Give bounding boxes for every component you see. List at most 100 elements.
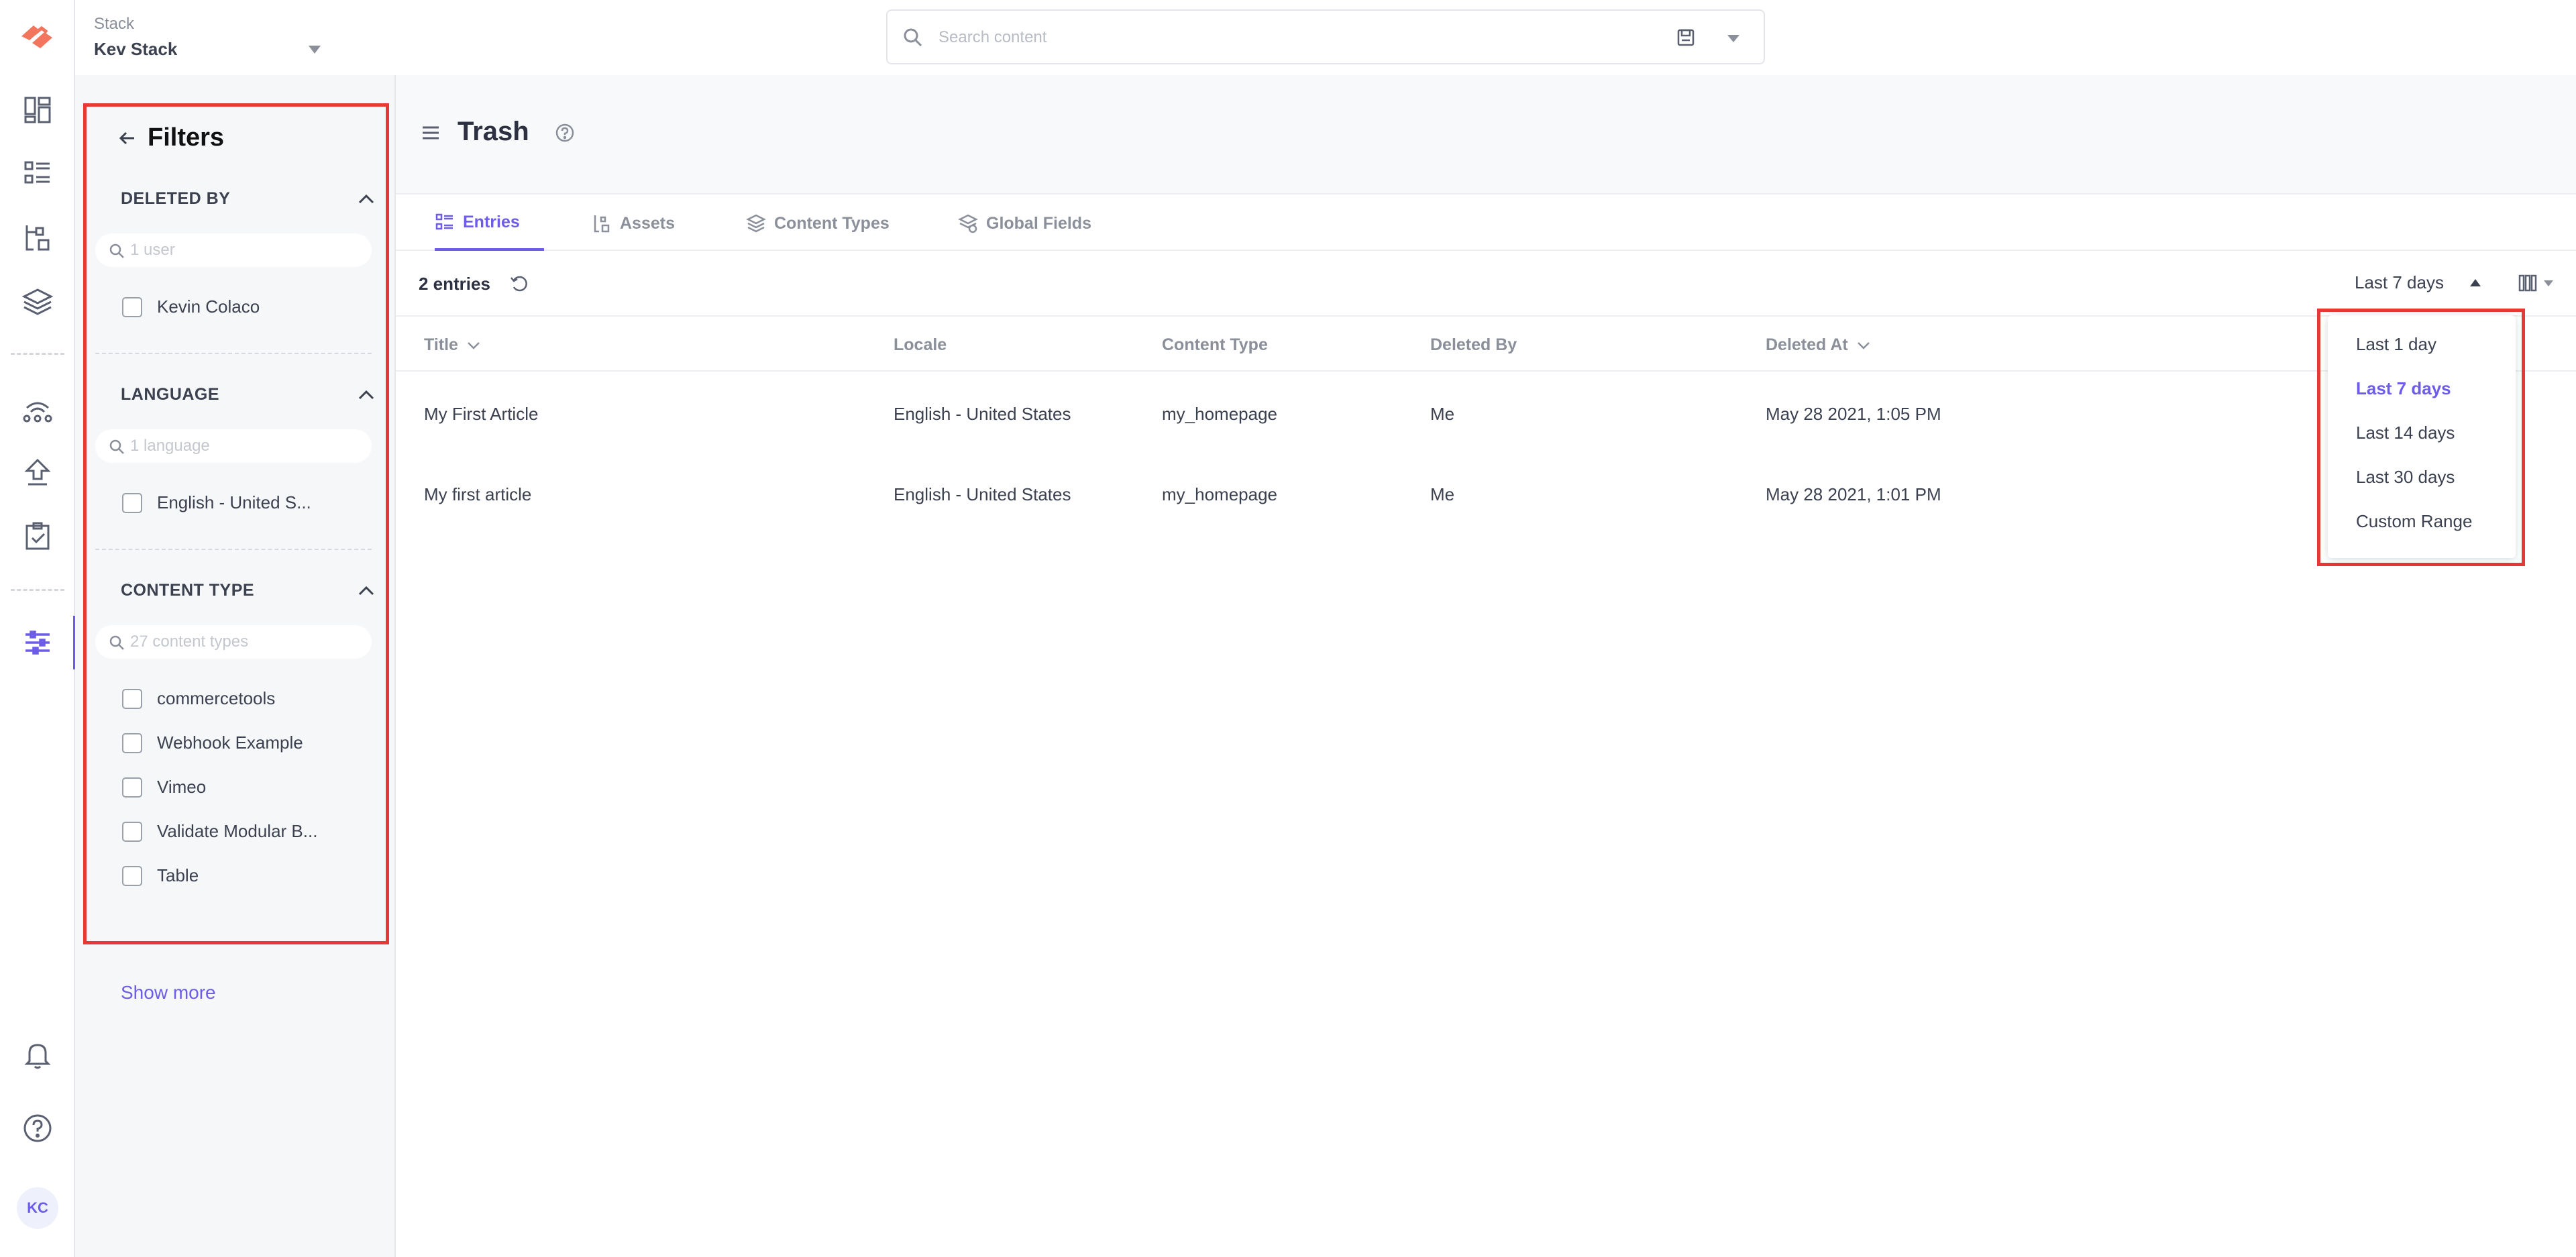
help-icon[interactable] — [554, 122, 576, 144]
content-type-option[interactable]: Validate Modular B... — [122, 821, 317, 842]
checkbox[interactable] — [122, 777, 142, 798]
search-icon — [109, 243, 124, 258]
checkbox[interactable] — [122, 296, 142, 317]
page-title: Trash — [458, 117, 529, 146]
content-types-icon — [746, 214, 766, 233]
page-header: Trash — [396, 75, 2576, 195]
cell-deleted-by: Me — [1430, 404, 1455, 424]
column-header-deleted-at[interactable]: Deleted At — [1766, 335, 1872, 355]
menu-icon[interactable] — [420, 122, 441, 144]
header-label: Deleted By — [1430, 335, 1517, 354]
language-title: LANGUAGE — [121, 385, 220, 404]
checkbox[interactable] — [122, 821, 142, 842]
content-type-option[interactable]: Webhook Example — [122, 732, 303, 753]
column-header-content-type[interactable]: Content Type — [1162, 335, 1268, 355]
option-label: Vimeo — [157, 777, 207, 797]
list-toolbar: 2 entries Last 7 days — [396, 252, 2576, 317]
content-type-option[interactable]: Table — [122, 865, 199, 886]
show-more-link[interactable]: Show more — [121, 982, 216, 1003]
content-type-search[interactable] — [95, 625, 372, 659]
avatar[interactable]: KC — [17, 1187, 58, 1229]
date-range-button[interactable]: Last 7 days — [2355, 272, 2444, 293]
chevron-up-icon[interactable] — [356, 188, 377, 209]
header-label: Locale — [894, 335, 947, 354]
range-option-last-7-days[interactable]: Last 7 days — [2356, 378, 2451, 399]
columns-icon[interactable] — [2517, 272, 2538, 294]
checkbox[interactable] — [122, 688, 142, 709]
tab-entries[interactable]: Entries — [435, 196, 544, 251]
saved-search-icon[interactable] — [1675, 27, 1697, 48]
chevron-down-icon[interactable] — [2544, 280, 2553, 286]
chevron-down-icon[interactable] — [309, 46, 321, 54]
cell-title[interactable]: My first article — [424, 484, 531, 505]
chevron-down-icon[interactable] — [1855, 337, 1872, 354]
chevron-up-icon[interactable] — [2470, 279, 2481, 286]
cell-title[interactable]: My First Article — [424, 404, 538, 425]
checkbox[interactable] — [122, 732, 142, 753]
deleted-by-option[interactable]: Kevin Colaco — [122, 296, 260, 317]
help-icon[interactable] — [20, 1111, 55, 1146]
section-divider — [95, 353, 372, 354]
chevron-up-icon[interactable] — [356, 580, 377, 601]
column-header-deleted-by[interactable]: Deleted By — [1430, 335, 1517, 355]
content-type-option[interactable]: Vimeo — [122, 777, 206, 798]
option-label: Kevin Colaco — [157, 296, 260, 317]
tab-global-fields[interactable]: Global Fields — [958, 196, 1091, 251]
notifications-icon[interactable] — [20, 1037, 55, 1072]
publish-queue-icon[interactable] — [20, 455, 55, 490]
assets-icon[interactable] — [20, 220, 55, 255]
refresh-icon[interactable] — [508, 272, 530, 294]
cell-locale: English - United States — [894, 484, 1071, 504]
language-search[interactable] — [95, 429, 372, 463]
checkbox[interactable] — [122, 865, 142, 886]
search-bar[interactable] — [886, 9, 1765, 64]
content-type-option[interactable]: commercetools — [122, 688, 275, 709]
section-divider — [95, 549, 372, 550]
range-option-last-30-days[interactable]: Last 30 days — [2356, 467, 2455, 488]
back-arrow-icon[interactable] — [117, 127, 138, 149]
chevron-down-icon[interactable] — [465, 337, 482, 354]
tab-label: Entries — [463, 212, 520, 231]
cell-content-type: my_homepage — [1162, 484, 1277, 504]
language-option[interactable]: English - United S... — [122, 492, 311, 513]
content-types-icon[interactable] — [20, 284, 55, 319]
option-label: Webhook Example — [157, 732, 303, 753]
tab-bar: Entries Assets Content Types Global Fiel… — [396, 196, 2576, 251]
tab-label: Global Fields — [986, 213, 1091, 233]
language-search-input[interactable] — [130, 435, 358, 457]
column-header-title[interactable]: Title — [424, 335, 482, 355]
global-fields-icon — [958, 214, 978, 233]
range-option-last-1-day[interactable]: Last 1 day — [2356, 334, 2436, 355]
header-label: Title — [424, 335, 458, 354]
entries-icon[interactable] — [20, 156, 55, 190]
stack-selector[interactable]: Kev Stack — [94, 39, 177, 60]
search-input[interactable] — [938, 21, 1596, 54]
filter-panel: Filters DELETED BY Kevin Colaco LANGUAGE… — [75, 75, 396, 1257]
deployments-icon[interactable] — [20, 392, 55, 427]
range-option-last-14-days[interactable]: Last 14 days — [2356, 423, 2455, 443]
content-type-search-input[interactable] — [130, 631, 358, 653]
stack-label: Stack — [94, 15, 135, 33]
chevron-down-icon[interactable] — [1727, 35, 1739, 42]
dashboard-icon[interactable] — [20, 93, 55, 127]
settings-icon[interactable] — [20, 625, 55, 660]
rail-divider — [11, 353, 64, 355]
table-row[interactable]: My First Article English - United States… — [396, 373, 2576, 453]
logo-icon[interactable] — [17, 19, 56, 52]
entries-icon — [435, 213, 453, 230]
range-option-custom-range[interactable]: Custom Range — [2356, 511, 2472, 532]
cell-deleted-at: May 28 2021, 1:01 PM — [1766, 484, 1941, 504]
tasks-icon[interactable] — [20, 519, 55, 554]
deleted-by-search-input[interactable] — [130, 239, 358, 262]
option-label: Table — [157, 865, 199, 885]
chevron-up-icon[interactable] — [356, 384, 377, 405]
tab-label: Content Types — [774, 213, 890, 233]
tab-content-types[interactable]: Content Types — [746, 196, 890, 251]
table-row[interactable]: My first article English - United States… — [396, 453, 2576, 534]
cell-content-type: my_homepage — [1162, 404, 1277, 424]
deleted-by-search[interactable] — [95, 233, 372, 267]
tab-assets[interactable]: Assets — [592, 196, 675, 251]
cell-deleted-at: May 28 2021, 1:05 PM — [1766, 404, 1941, 424]
checkbox[interactable] — [122, 492, 142, 513]
column-header-locale[interactable]: Locale — [894, 335, 947, 355]
